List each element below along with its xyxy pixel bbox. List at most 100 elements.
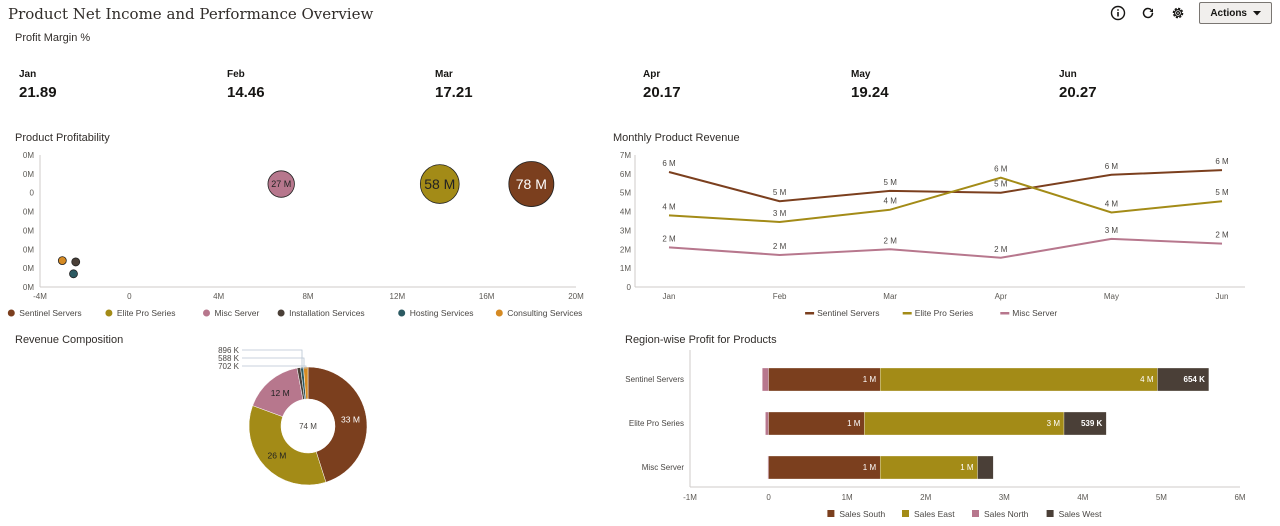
data-label: 3 M: [773, 209, 787, 218]
category-label: Sentinel Servers: [625, 375, 684, 384]
bar-row-elite-pro-series: Elite Pro Series 1 M 3 M 539 K: [629, 411, 1107, 436]
y-tick-label: 0M: [23, 208, 34, 217]
x-tick-label: 4M: [213, 292, 224, 301]
y-tick-label: 0M: [23, 170, 34, 179]
x-tick-label: Feb: [773, 292, 787, 301]
x-tick-label: 4M: [1077, 493, 1088, 502]
y-tick-label: 1M: [620, 264, 631, 273]
x-tick-label: 8M: [302, 292, 313, 301]
bubble-installation-services: [71, 257, 81, 267]
legend-label: Sales West: [1059, 509, 1102, 519]
kpi-jun: Jun 20.27: [1059, 69, 1097, 101]
bar-label: 4 M: [1140, 375, 1154, 384]
slice-label: 33 M: [341, 414, 360, 424]
series-line: [668, 237, 1223, 259]
toolbar: Actions: [1109, 2, 1272, 24]
data-label: 4 M: [884, 197, 898, 206]
legend-label: Sentinel Servers: [817, 308, 879, 318]
y-tick-label: 0M: [23, 283, 34, 292]
x-tick-label: 0: [766, 493, 771, 502]
kpi-value: 21.89: [19, 84, 57, 101]
bar-label: 1 M: [863, 375, 877, 384]
bubble-label: 58 M: [424, 176, 455, 192]
kpi-value: 14.46: [227, 84, 265, 101]
data-label: 2 M: [773, 242, 787, 251]
x-tick-label: Jan: [663, 292, 676, 301]
x-tick-label: 16M: [479, 292, 495, 301]
legend-marker: [972, 510, 979, 517]
x-tick-label: May: [1104, 292, 1119, 301]
data-label: 3 M: [1105, 226, 1119, 235]
gear-icon[interactable]: [1169, 4, 1187, 22]
x-tick-label: -1M: [683, 493, 697, 502]
legend-label: Sentinel Servers: [19, 308, 81, 318]
y-tick-label: 0M: [23, 226, 34, 235]
legend-marker: [7, 309, 15, 317]
data-label: 2 M: [662, 234, 676, 243]
kpi-section-title: Profit Margin %: [15, 32, 91, 44]
bar-label: 3 M: [1047, 419, 1061, 428]
x-tick-label: 20M: [568, 292, 584, 301]
y-tick-label: 6M: [620, 170, 631, 179]
legend-marker: [398, 309, 406, 317]
bar-segment: [864, 411, 1065, 436]
bar-label: 539 K: [1081, 419, 1103, 428]
data-label: 6 M: [1215, 157, 1229, 166]
legend-marker: [1000, 312, 1010, 315]
x-tick-label: 1M: [842, 493, 853, 502]
data-label: 2 M: [884, 236, 898, 245]
legend-label: Elite Pro Series: [915, 308, 974, 318]
x-tick-label: -4M: [33, 292, 47, 301]
kpi-may: May 19.24: [851, 69, 889, 101]
product-profitability-title: Product Profitability: [15, 132, 110, 144]
data-label: 5 M: [1215, 188, 1229, 197]
y-tick-label: 0M: [23, 264, 34, 273]
y-tick-label: 0M: [23, 245, 34, 254]
kpi-value: 19.24: [851, 84, 889, 101]
bar-segment: [879, 367, 1158, 392]
monthly-revenue-title: Monthly Product Revenue: [613, 132, 740, 144]
caret-down-icon: [1253, 11, 1261, 16]
bar-segment: [977, 455, 994, 480]
legend-label: Elite Pro Series: [117, 308, 176, 318]
bubble-elite-pro-series: 58 M: [419, 164, 460, 204]
series-line: [668, 176, 1223, 223]
info-icon[interactable]: [1109, 4, 1127, 22]
data-label: 6 M: [1105, 162, 1119, 171]
bubble-consulting-services: [57, 256, 67, 265]
kpi-mar: Mar 17.21: [435, 69, 473, 101]
refresh-icon[interactable]: [1139, 4, 1157, 22]
kpi-label: Jun: [1059, 69, 1077, 80]
y-tick-label: 0: [30, 189, 35, 198]
y-tick-label: 2M: [620, 245, 631, 254]
region-profit-chart: -1M 0 1M 2M 3M 4M 5M 6M Sentinel Servers 1 M 4 M 65…: [625, 350, 1246, 519]
revenue-composition-chart: 33 M26 M12 M896 K588 K702 K74 M: [218, 346, 368, 486]
kpi-label: Mar: [435, 69, 453, 80]
legend-label: Sales East: [914, 509, 955, 519]
data-label: 6 M: [994, 165, 1008, 174]
slice-label: 26 M: [267, 451, 286, 461]
data-label: 4 M: [662, 202, 676, 211]
category-label: Elite Pro Series: [629, 419, 684, 428]
data-label: 6 M: [662, 159, 676, 168]
kpi-value: 20.17: [643, 84, 681, 101]
x-tick-label: 2M: [920, 493, 931, 502]
slice-label: 12 M: [271, 388, 290, 398]
bubble-label: 27 M: [271, 179, 291, 189]
legend-marker: [902, 312, 912, 315]
legend-label: Misc Server: [1012, 308, 1057, 318]
legend: Sales South Sales East Sales North Sales We…: [827, 509, 1102, 519]
kpi-label: Apr: [643, 69, 661, 80]
kpi-label: Jan: [19, 69, 37, 80]
legend-marker: [827, 510, 835, 517]
center-total: 74 M: [299, 422, 317, 431]
y-tick-label: 4M: [620, 208, 631, 217]
legend-marker: [277, 309, 285, 317]
data-label: 5 M: [884, 178, 898, 187]
bar-segment: [765, 411, 769, 436]
series-misc-server: 2 M 2 M 2 M 2 M 3 M 2 M: [662, 226, 1229, 259]
kpi-value: 17.21: [435, 84, 473, 101]
kpi-jan: Jan 21.89: [19, 69, 57, 101]
actions-button[interactable]: Actions: [1199, 2, 1272, 24]
actions-label: Actions: [1210, 7, 1247, 19]
